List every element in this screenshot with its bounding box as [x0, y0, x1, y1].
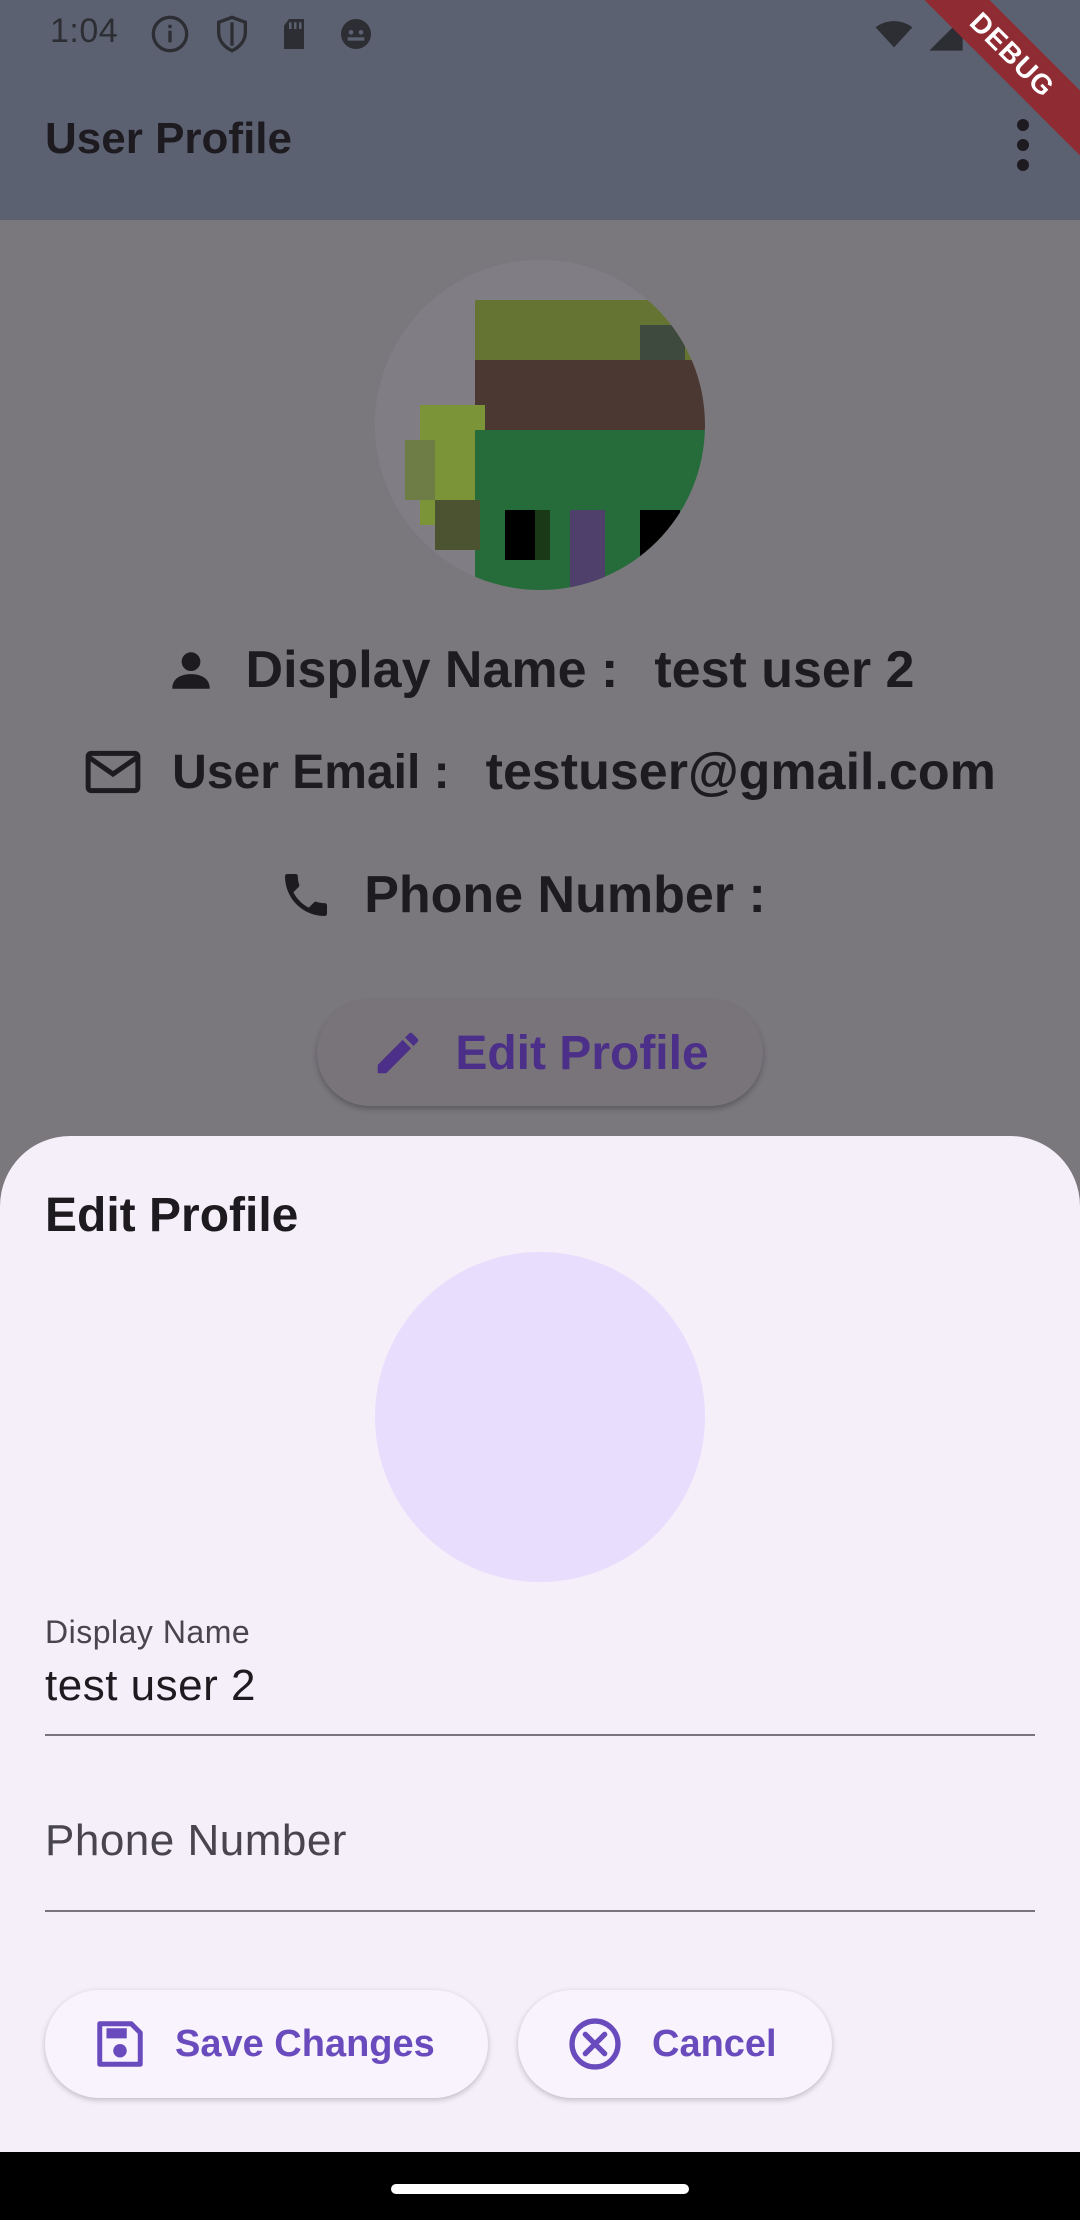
more-vert-icon: [1017, 119, 1029, 171]
display-name-field-label: Display Name: [45, 1614, 251, 1650]
sheet-title: Edit Profile: [45, 1189, 299, 1242]
save-changes-button[interactable]: Save Changes: [45, 1990, 488, 2098]
cancel-circle-icon: [566, 2015, 624, 2073]
sd-card-icon: [284, 19, 304, 49]
status-icons-left: [150, 14, 376, 54]
edit-profile-button[interactable]: Edit Profile: [317, 1000, 763, 1106]
field-underline: [45, 1910, 1035, 1912]
mail-icon: [84, 747, 142, 797]
save-changes-label: Save Changes: [175, 2022, 435, 2065]
shield-icon: [217, 15, 247, 53]
system-nav-bar: [0, 2152, 1080, 2220]
screen: 1:04 User Profile DEBUG Display Name: t…: [0, 0, 1080, 2220]
phone-icon: [278, 867, 334, 923]
home-indicator[interactable]: [391, 2184, 689, 2194]
android-icon: [341, 19, 371, 49]
pencil-icon: [371, 1026, 425, 1080]
edit-profile-sheet: Edit Profile Display Name test user 2 Ph…: [0, 1136, 1080, 2152]
status-bar: 1:04: [0, 0, 1080, 70]
person-icon: [166, 645, 216, 695]
phone-number-input[interactable]: Phone Number: [45, 1816, 1035, 1866]
more-options-button[interactable]: [1011, 115, 1035, 175]
phone-label: Phone Number :: [364, 866, 766, 924]
edit-profile-label: Edit Profile: [455, 1026, 709, 1080]
email-row: User Email : testuser@gmail.com: [0, 742, 1080, 802]
avatar-picker[interactable]: [375, 1252, 705, 1582]
display-name-input[interactable]: test user 2: [45, 1661, 1035, 1711]
avatar[interactable]: [375, 260, 705, 590]
save-icon: [93, 2017, 147, 2071]
phone-number-field[interactable]: Phone Number: [45, 1816, 1035, 1912]
app-bar: User Profile: [0, 70, 1080, 220]
avatar-image: [375, 260, 705, 590]
email-label: User Email :: [172, 745, 450, 799]
page-title: User Profile: [45, 114, 292, 163]
display-name-label: Display Name :: [245, 641, 619, 699]
email-value: testuser@gmail.com: [485, 743, 996, 801]
phone-row: Phone Number :: [0, 865, 1080, 925]
info-icon: [151, 15, 189, 53]
cancel-label: Cancel: [652, 2022, 777, 2065]
field-underline: [45, 1734, 1035, 1736]
status-time: 1:04: [50, 12, 119, 50]
wifi-icon: [875, 21, 913, 48]
cancel-button[interactable]: Cancel: [518, 1990, 832, 2098]
display-name-value: test user 2: [654, 641, 915, 699]
display-name-row: Display Name : test user 2: [0, 640, 1080, 700]
display-name-field[interactable]: Display Name test user 2: [45, 1614, 1035, 1738]
